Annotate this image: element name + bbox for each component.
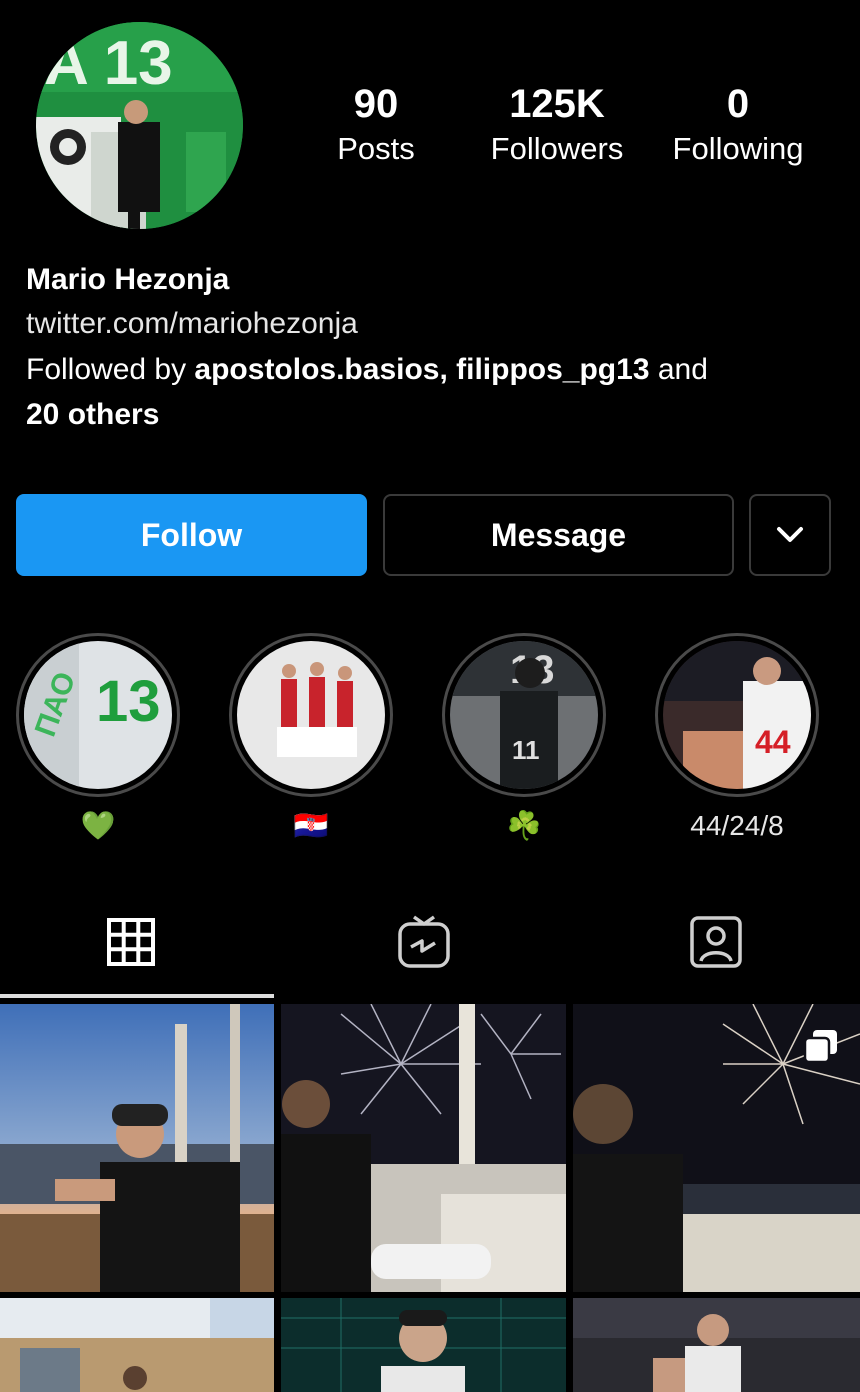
posts-count: 90 xyxy=(353,82,399,126)
followers-stat[interactable]: 125K Followers xyxy=(478,80,636,170)
highlight-4-image: 44 xyxy=(663,641,811,789)
svg-text:11: 11 xyxy=(512,735,540,765)
following-stat[interactable]: 0 Following xyxy=(660,80,816,170)
highlight-1-image: 13 ΠΑΟ xyxy=(24,641,172,789)
suggested-dropdown-button[interactable] xyxy=(749,494,831,576)
post-5-image xyxy=(281,1298,566,1392)
followers-count: 125K xyxy=(509,82,605,126)
followed-by-and: and xyxy=(649,353,708,386)
grid-post-3[interactable] xyxy=(573,1004,860,1292)
grid-post-5[interactable] xyxy=(281,1298,566,1392)
followed-by-prefix: Followed by xyxy=(26,353,195,386)
followed-by-others[interactable]: 20 others xyxy=(26,393,159,437)
tagged-icon xyxy=(690,916,742,968)
carousel-icon xyxy=(803,1030,837,1064)
active-tab-indicator xyxy=(0,994,274,998)
tab-tagged[interactable] xyxy=(686,912,746,972)
follow-button[interactable]: Follow xyxy=(16,494,367,576)
highlight-4-label: 44/24/8 xyxy=(690,810,784,841)
highlight-2-label: 🇭🇷 xyxy=(293,810,329,841)
grid-icon xyxy=(107,918,155,966)
highlight-1-label: 💚 xyxy=(80,810,116,841)
message-button[interactable]: Message xyxy=(383,494,734,576)
highlight-2-image xyxy=(237,641,385,789)
tab-igtv[interactable] xyxy=(394,912,454,972)
profile-avatar[interactable]: A 13 xyxy=(36,22,243,229)
highlight-4[interactable]: 44 xyxy=(655,633,819,797)
post-2-image xyxy=(281,1004,566,1292)
profile-name: Mario Hezonja xyxy=(26,263,230,296)
posts-label: Posts xyxy=(337,131,415,166)
profile-link[interactable]: twitter.com/mariohezonja xyxy=(26,302,358,346)
following-label: Following xyxy=(672,131,804,166)
grid-post-1[interactable] xyxy=(0,1004,274,1292)
svg-text:13: 13 xyxy=(96,669,161,734)
svg-text:A 13: A 13 xyxy=(44,29,173,98)
grid-post-2[interactable] xyxy=(281,1004,566,1292)
post-1-image xyxy=(0,1004,274,1292)
highlight-3[interactable]: 13 11 xyxy=(442,633,606,797)
followed-by-line[interactable]: Followed by apostolos.basios, filippos_p… xyxy=(26,348,708,392)
grid-post-4[interactable] xyxy=(0,1298,274,1392)
highlight-2[interactable] xyxy=(229,633,393,797)
highlight-3-label: ☘️ xyxy=(506,810,542,841)
grid-post-6[interactable] xyxy=(573,1298,860,1392)
highlight-1[interactable]: 13 ΠΑΟ xyxy=(16,633,180,797)
post-6-image xyxy=(573,1298,860,1392)
igtv-icon xyxy=(398,915,450,968)
posts-stat: 90 Posts xyxy=(326,80,426,170)
followers-label: Followers xyxy=(490,131,624,166)
post-4-image xyxy=(0,1298,274,1392)
tab-posts-grid[interactable] xyxy=(101,912,161,972)
svg-text:44: 44 xyxy=(755,724,791,760)
highlight-3-image: 13 11 xyxy=(450,641,598,789)
chevron-down-icon xyxy=(777,527,803,542)
followed-by-users: apostolos.basios, filippos_pg13 xyxy=(194,353,650,386)
following-count: 0 xyxy=(726,82,750,126)
